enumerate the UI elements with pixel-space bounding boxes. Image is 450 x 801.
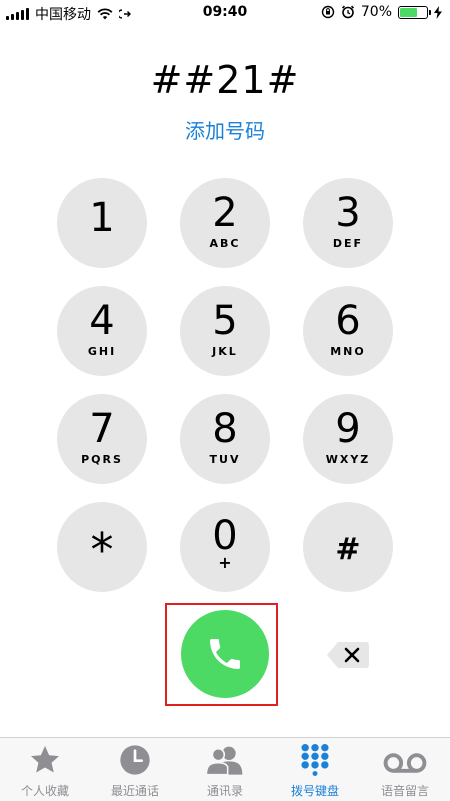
- key-digit: 6: [335, 298, 361, 344]
- voicemail-icon: [383, 753, 427, 773]
- key-3[interactable]: 3 DEF: [303, 178, 393, 268]
- key-letters: JKL: [212, 345, 238, 358]
- add-number-link[interactable]: 添加号码: [0, 115, 450, 144]
- key-letters: +: [218, 553, 232, 572]
- key-0[interactable]: 0 +: [180, 502, 270, 592]
- rotation-lock-icon: [321, 5, 335, 19]
- key-letters: GHI: [87, 345, 117, 358]
- key-4[interactable]: 4 GHI: [57, 286, 147, 376]
- key-9[interactable]: 9 WXYZ: [303, 394, 393, 484]
- call-button[interactable]: [181, 610, 269, 698]
- key-2[interactable]: 2 ABC: [180, 178, 270, 268]
- tab-label: 语音留言: [380, 784, 429, 798]
- dialed-number: ##21#: [150, 58, 300, 102]
- key-star[interactable]: *: [57, 502, 147, 592]
- keypad-icon: [301, 744, 329, 776]
- tab-contacts[interactable]: 通讯录: [180, 738, 270, 799]
- key-digit: 5: [212, 298, 238, 344]
- tab-label: 通讯录: [206, 784, 243, 798]
- phone-icon: [210, 639, 240, 669]
- tab-voicemail[interactable]: 语音留言: [360, 738, 450, 799]
- key-letters: MNO: [330, 345, 366, 358]
- key-letters: PQRS: [81, 453, 123, 466]
- key-letters: ABC: [209, 237, 241, 250]
- tab-favorites[interactable]: 个人收藏: [0, 738, 90, 799]
- key-5[interactable]: 5 JKL: [180, 286, 270, 376]
- key-letters: TUV: [209, 453, 241, 466]
- tab-bar: 个人收藏 最近通话 通讯录 拨号键盘 语音留言: [0, 737, 450, 801]
- key-letters: DEF: [332, 237, 364, 250]
- key-digit: 4: [89, 298, 115, 344]
- key-digit: *: [90, 523, 114, 577]
- key-digit: 9: [335, 406, 361, 452]
- key-7[interactable]: 7 PQRS: [57, 394, 147, 484]
- backspace-icon[interactable]: [326, 640, 370, 670]
- key-6[interactable]: 6 MNO: [303, 286, 393, 376]
- charging-icon: [434, 5, 442, 19]
- key-8[interactable]: 8 TUV: [180, 394, 270, 484]
- key-digit: 8: [212, 406, 238, 452]
- key-digit: 7: [89, 406, 115, 452]
- key-digit: #: [335, 532, 361, 567]
- tab-keypad[interactable]: 拨号键盘: [270, 738, 360, 799]
- battery-icon: [398, 5, 431, 19]
- clock-icon: [120, 745, 150, 775]
- battery-percent: 70%: [360, 4, 392, 20]
- key-1[interactable]: 1: [57, 178, 147, 268]
- tab-label: 拨号键盘: [290, 784, 339, 798]
- status-bar: 中国移动 09:40 70%: [0, 0, 450, 26]
- contacts-icon: [205, 746, 243, 776]
- key-digit: 0: [212, 513, 238, 559]
- star-icon: [31, 746, 59, 773]
- key-digit: 3: [335, 190, 361, 236]
- key-digit: 2: [212, 190, 238, 236]
- key-hash[interactable]: #: [303, 502, 393, 592]
- key-digit: 1: [89, 195, 115, 241]
- tab-label: 个人收藏: [20, 784, 69, 798]
- key-letters: WXYZ: [325, 453, 371, 466]
- tab-recents[interactable]: 最近通话: [90, 738, 180, 799]
- tab-label: 最近通话: [110, 784, 159, 798]
- alarm-icon: [341, 5, 354, 19]
